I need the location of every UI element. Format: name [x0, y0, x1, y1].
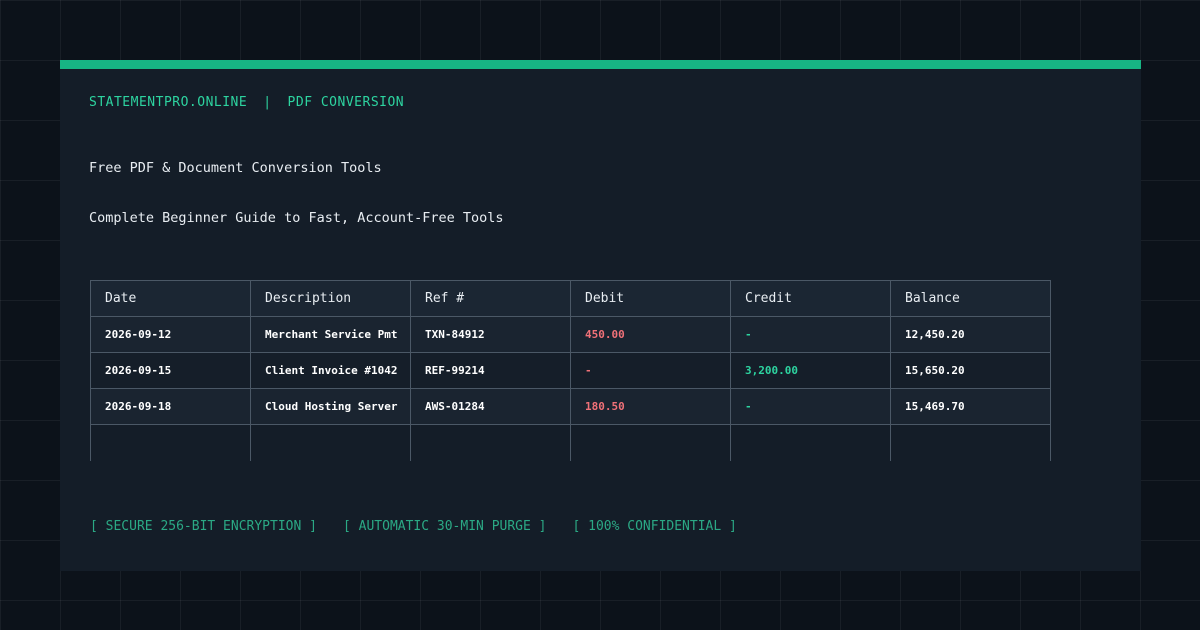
cell-ref: REF-99214	[410, 352, 571, 389]
section-name: PDF CONVERSION	[287, 95, 405, 110]
cell-credit: -	[730, 388, 891, 425]
brand-header: STATEMENTPRO.ONLINE | PDF CONVERSION	[89, 95, 404, 110]
cell-balance: 12,450.20	[890, 316, 1051, 353]
empty-cell	[730, 424, 891, 461]
badge-encryption: [ SECURE 256-BIT ENCRYPTION ]	[90, 519, 317, 534]
cell-credit: 3,200.00	[730, 352, 891, 389]
statement-card: STATEMENTPRO.ONLINE | PDF CONVERSION Free …	[60, 60, 1141, 571]
badge-auto-purge: [ AUTOMATIC 30-MIN PURGE ]	[342, 519, 547, 534]
cell-date: 2026-09-18	[90, 388, 251, 425]
cell-date: 2026-09-12	[90, 316, 251, 353]
header-separator: |	[263, 95, 272, 110]
cell-ref: TXN-84912	[410, 316, 571, 353]
table-header-row: Date Description Ref # Debit Credit Bala…	[90, 280, 1051, 317]
cell-description: Client Invoice #1042	[250, 352, 411, 389]
security-badges: [ SECURE 256-BIT ENCRYPTION ] [ AUTOMATIC…	[90, 519, 763, 534]
empty-cell	[570, 424, 731, 461]
cell-ref: AWS-01284	[410, 388, 571, 425]
table-row: 2026-09-12 Merchant Service Pmt TXN-8491…	[90, 316, 1051, 353]
column-header-date: Date	[90, 280, 251, 317]
column-header-balance: Balance	[890, 280, 1051, 317]
column-header-ref: Ref #	[410, 280, 571, 317]
page-title: Free PDF & Document Conversion Tools	[89, 160, 382, 176]
column-header-debit: Debit	[570, 280, 731, 317]
cell-credit: -	[730, 316, 891, 353]
column-header-description: Description	[250, 280, 411, 317]
cell-balance: 15,469.70	[890, 388, 1051, 425]
cell-balance: 15,650.20	[890, 352, 1051, 389]
cell-debit: -	[570, 352, 731, 389]
column-header-credit: Credit	[730, 280, 891, 317]
cell-description: Cloud Hosting Server	[250, 388, 411, 425]
empty-cell	[410, 424, 571, 461]
cell-debit: 450.00	[570, 316, 731, 353]
site-name[interactable]: STATEMENTPRO.ONLINE	[89, 95, 247, 110]
empty-cell	[90, 424, 251, 461]
page-subtitle: Complete Beginner Guide to Fast, Account…	[89, 210, 504, 226]
empty-cell	[890, 424, 1051, 461]
cell-description: Merchant Service Pmt	[250, 316, 411, 353]
table-row: 2026-09-15 Client Invoice #1042 REF-9921…	[90, 352, 1051, 389]
empty-cell	[250, 424, 411, 461]
cell-date: 2026-09-15	[90, 352, 251, 389]
statement-table: Date Description Ref # Debit Credit Bala…	[90, 280, 1051, 461]
empty-table-row	[90, 424, 1051, 461]
cell-debit: 180.50	[570, 388, 731, 425]
badge-confidential: [ 100% CONFIDENTIAL ]	[572, 519, 737, 534]
accent-bar	[60, 60, 1141, 69]
table-row: 2026-09-18 Cloud Hosting Server AWS-0128…	[90, 388, 1051, 425]
